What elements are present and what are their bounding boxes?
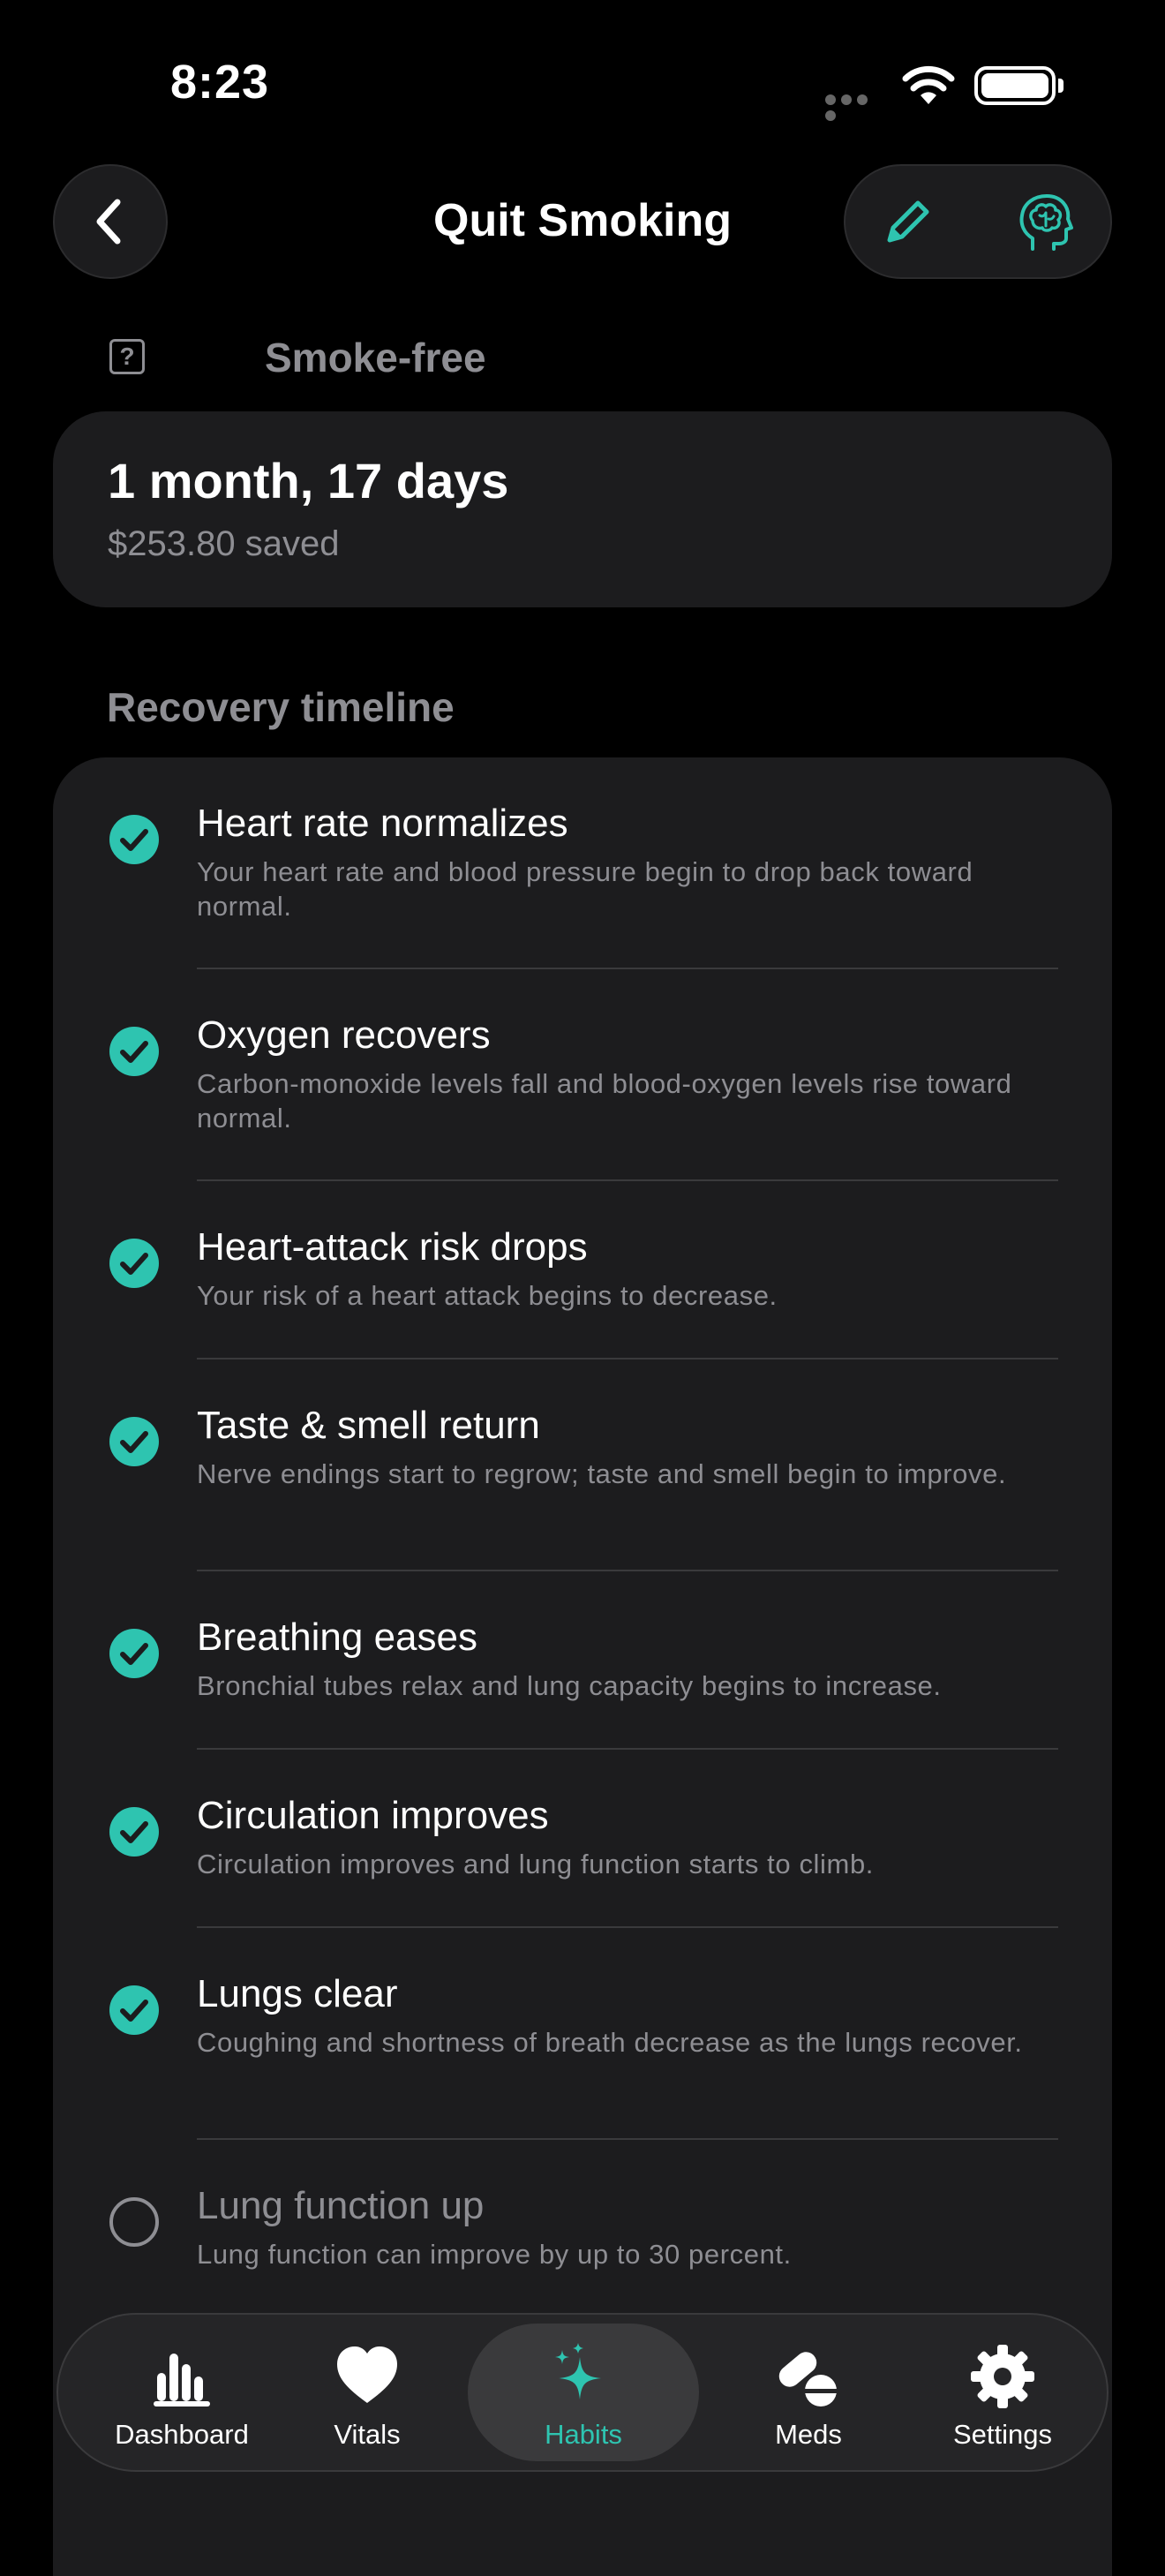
tab-bar: Dashboard Vitals Habits Meds Settings — [56, 2313, 1109, 2472]
timeline-item-title: Heart rate normalizes — [197, 802, 568, 845]
tab-settings[interactable]: Settings — [914, 2315, 1091, 2470]
timeline-item-title: Oxygen recovers — [197, 1013, 491, 1057]
recovery-timeline-title: Recovery timeline — [107, 684, 455, 730]
tab-meds[interactable]: Meds — [729, 2315, 888, 2470]
divider — [197, 1570, 1058, 1571]
divider — [197, 1358, 1058, 1360]
cellular-signal-icon — [825, 94, 887, 121]
wifi-icon — [902, 65, 955, 104]
bar-chart-icon — [154, 2354, 210, 2407]
checkmark-circle-icon — [109, 1027, 159, 1076]
pencil-icon[interactable] — [879, 194, 936, 251]
timeline-item-title: Lungs clear — [197, 1972, 398, 2015]
smoke-free-label: Smoke-free — [265, 335, 486, 380]
timeline-item-title: Circulation improves — [197, 1794, 549, 1837]
status-time: 8:23 — [170, 56, 270, 109]
timeline-item-description: Lung function can improve by up to 30 pe… — [197, 2239, 792, 2270]
divider — [197, 1748, 1058, 1750]
checkmark-circle-icon — [109, 1239, 159, 1288]
tab-label: Vitals — [334, 2419, 401, 2450]
divider — [197, 1926, 1058, 1928]
heart-icon — [337, 2346, 397, 2403]
divider — [197, 968, 1058, 969]
timeline-item-title: Taste & smell return — [197, 1404, 540, 1447]
battery-cap — [1058, 79, 1064, 93]
checkmark-circle-icon — [109, 815, 159, 864]
checkmark-circle-icon — [109, 1985, 159, 2035]
tab-vitals[interactable]: Vitals — [288, 2315, 447, 2470]
smoke-free-card: 1 month, 17 days $253.80 saved — [53, 411, 1112, 607]
header-actions — [844, 164, 1112, 279]
money-saved: $253.80 saved — [108, 524, 340, 563]
brain-head-icon[interactable] — [1013, 191, 1077, 254]
tab-label: Dashboard — [115, 2419, 249, 2450]
gear-icon — [971, 2345, 1034, 2408]
tab-dashboard[interactable]: Dashboard — [85, 2315, 279, 2470]
tab-label: Meds — [775, 2419, 842, 2450]
sparkles-icon — [555, 2343, 601, 2399]
timeline-item-description: Nerve endings start to regrow; taste and… — [197, 1458, 1007, 1489]
timeline-item-description: Bronchial tubes relax and lung capacity … — [197, 1670, 942, 1701]
timeline-item-description: Your risk of a heart attack begins to de… — [197, 1280, 778, 1311]
timeline-item-description: Carbon-monoxide levels fall and blood-ox… — [197, 1068, 1012, 1134]
timeline-item-description: Circulation improves and lung function s… — [197, 1849, 874, 1879]
tab-habits[interactable]: Habits — [468, 2315, 699, 2470]
checkmark-circle-icon — [109, 1629, 159, 1678]
timeline-item-description: Coughing and shortness of breath decreas… — [197, 2027, 1023, 2058]
timeline-item-title: Lung function up — [197, 2184, 485, 2227]
pills-icon — [778, 2352, 838, 2407]
divider — [197, 2138, 1058, 2140]
checkmark-circle-icon — [109, 1807, 159, 1857]
divider — [197, 1179, 1058, 1181]
tab-label: Habits — [545, 2419, 622, 2450]
timeline-item-description: Your heart rate and blood pressure begin… — [197, 856, 973, 922]
empty-circle-icon — [109, 2197, 159, 2247]
smoke-free-duration: 1 month, 17 days — [108, 453, 509, 508]
checkmark-circle-icon — [109, 1417, 159, 1466]
timeline-item-title: Heart-attack risk drops — [197, 1225, 588, 1269]
battery-icon — [974, 66, 1056, 105]
recovery-timeline-card: Heart rate normalizes Your heart rate and… — [53, 757, 1112, 2576]
tab-label: Settings — [952, 2419, 1052, 2450]
timeline-item-title: Breathing eases — [197, 1616, 477, 1659]
help-icon[interactable]: ? — [109, 339, 145, 374]
